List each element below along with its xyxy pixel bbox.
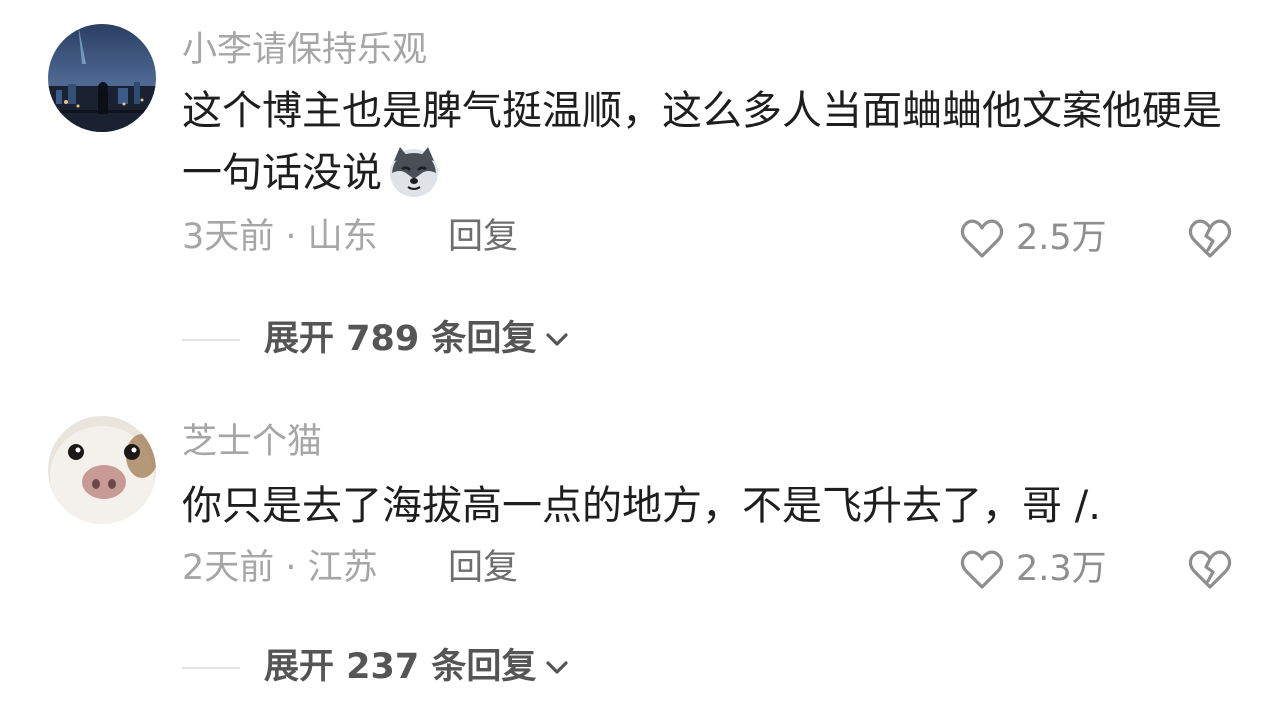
broken-heart-icon (1188, 550, 1232, 589)
heart-outline-icon (960, 550, 1004, 589)
like-count: 2.5万 (1016, 217, 1107, 258)
comment-list: 小李请保持乐观 这个博主也是脾气挺温顺，这么多人当面蛐蛐他文案他硬是一句话没说 … (0, 0, 1284, 718)
expand-replies-button[interactable]: 展开 237 条回复 (264, 650, 572, 685)
comment-text-body: 这个博主也是脾气挺温顺，这么多人当面蛐蛐他文案他硬是一句话没说 (182, 88, 1222, 196)
chevron-down-icon (546, 332, 569, 346)
like-button[interactable]: 2.5万 (958, 214, 1107, 262)
expand-replies-row: 展开 789 条回复 (182, 322, 572, 357)
husky-dog-emoji-icon (386, 143, 442, 199)
expand-replies-row: 展开 237 条回复 (182, 650, 572, 685)
night-scene-avatar-image (48, 24, 156, 132)
divider-line (182, 666, 240, 669)
comment-text: 你只是去了海拔高一点的地方，不是飞升去了，哥 /. (182, 475, 1242, 537)
chevron-down-icon (546, 660, 569, 674)
dislike-button[interactable] (1186, 545, 1234, 593)
like-button[interactable]: 2.3万 (958, 545, 1107, 593)
heart-outline-icon (960, 219, 1004, 258)
time-location: 3天前 · 山东 (182, 217, 378, 257)
avatar[interactable] (48, 24, 156, 132)
broken-heart-icon (1188, 219, 1232, 258)
comment-text: 这个博主也是脾气挺温顺，这么多人当面蛐蛐他文案他硬是一句话没说 (182, 80, 1242, 204)
username[interactable]: 芝士个猫 (182, 425, 322, 460)
dislike-button[interactable] (1186, 214, 1234, 262)
like-count: 2.3万 (1016, 548, 1107, 589)
expand-replies-label: 展开 237 条回复 (264, 647, 537, 687)
comment-text-body: 你只是去了海拔高一点的地方，不是飞升去了，哥 /. (182, 483, 1101, 529)
reply-button[interactable]: 回复 (448, 220, 518, 255)
reply-button[interactable]: 回复 (448, 551, 518, 586)
cat-face-avatar-image (48, 416, 156, 524)
avatar[interactable] (48, 416, 156, 524)
username[interactable]: 小李请保持乐观 (182, 33, 427, 68)
expand-replies-label: 展开 789 条回复 (264, 319, 537, 359)
divider-line (182, 338, 240, 341)
expand-replies-button[interactable]: 展开 789 条回复 (264, 322, 572, 357)
time-location: 2天前 · 江苏 (182, 548, 378, 588)
